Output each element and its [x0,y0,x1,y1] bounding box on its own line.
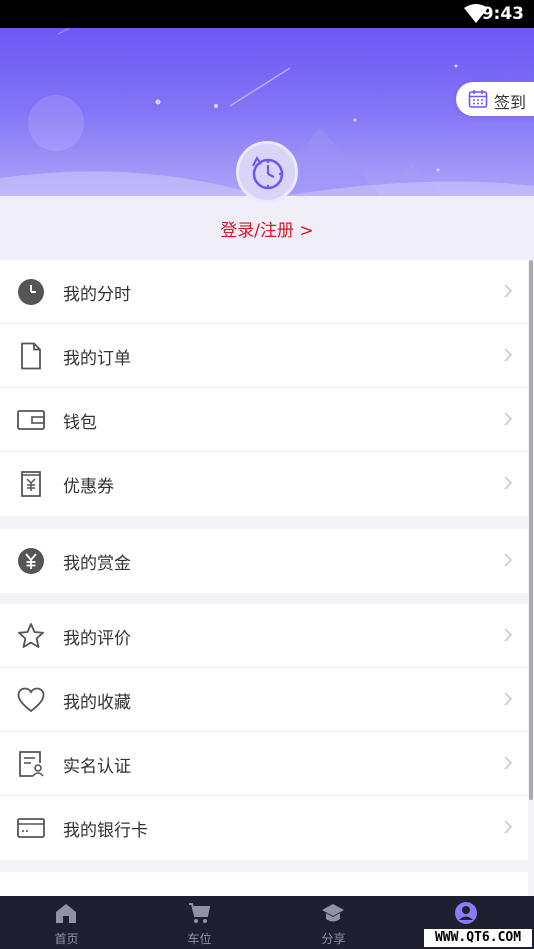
menu-item-label: 我的订单 [63,349,131,369]
tab-parking[interactable]: 车位 [133,896,266,949]
id-card-icon [19,751,44,777]
menu-item-label: 我的赏金 [63,554,131,574]
chevron-right-icon [504,476,512,490]
chevron-right-icon [504,820,512,834]
menu-item-label: 优惠券 [63,477,114,497]
menu-item-wallet[interactable]: 钱包 [0,388,528,452]
avatar[interactable] [236,141,298,203]
tab-home[interactable]: 首页 [0,896,133,949]
menu-group-1: 我的分时 我的订单 钱包 优惠券 [0,260,528,516]
chevron-right-icon [504,412,512,426]
heart-icon [17,687,45,713]
clock-icon [18,279,44,305]
bank-card-icon [17,818,45,838]
sign-in-button[interactable]: 签到 [456,82,534,116]
tab-share[interactable]: 分享 [267,896,400,949]
menu-group-3: 我的评价 我的收藏 实名认证 我的银行卡 [0,604,528,860]
chevron-right-icon [504,553,512,567]
chevron-right-icon [504,692,512,706]
menu-item-my-orders[interactable]: 我的订单 [0,324,528,388]
yen-coin-icon [18,548,44,574]
menu-item-label: 我的评价 [63,629,131,649]
menu-item-label: 我的收藏 [63,693,131,713]
menu-item-my-time-share[interactable]: 我的分时 [0,260,528,324]
menu-item-label: 实名认证 [63,757,131,777]
graduation-cap-icon [322,904,344,922]
star-icon [18,623,44,648]
tab-label: 车位 [187,932,212,946]
menu-item-my-favorites[interactable]: 我的收藏 [0,668,528,732]
chevron-right-icon [504,628,512,642]
login-register-link[interactable]: 登录/注册 > [0,216,534,241]
chevron-right-icon [504,756,512,770]
calendar-icon [468,90,488,108]
status-bar: 9:43 [0,0,534,28]
menu-item-partial[interactable] [0,872,528,896]
menu-item-label: 我的银行卡 [63,821,148,841]
watermark: WWW.QT6.COM [424,929,532,947]
scrollbar[interactable] [529,260,533,800]
menu-item-my-bounty[interactable]: 我的赏金 [0,529,528,593]
coupon-icon [21,471,41,497]
document-icon [21,342,41,370]
sign-in-label: 签到 [494,93,527,112]
timer-clock-icon [252,156,284,190]
menu-item-real-name-verification[interactable]: 实名认证 [0,732,528,796]
home-icon [56,904,76,923]
wallet-icon [17,410,45,430]
chevron-right-icon [504,348,512,362]
menu-item-my-bank-cards[interactable]: 我的银行卡 [0,796,528,860]
user-icon [455,902,477,924]
cart-icon [189,903,211,923]
chevron-right-icon [504,284,512,298]
menu-item-coupons[interactable]: 优惠券 [0,452,528,516]
menu-group-2: 我的赏金 [0,529,528,593]
menu-item-label: 我的分时 [63,285,131,305]
tab-label: 首页 [54,932,79,946]
menu-item-my-reviews[interactable]: 我的评价 [0,604,528,668]
status-time: 9:43 [481,4,524,24]
tab-label: 分享 [321,932,346,946]
menu-item-label: 钱包 [63,413,97,433]
